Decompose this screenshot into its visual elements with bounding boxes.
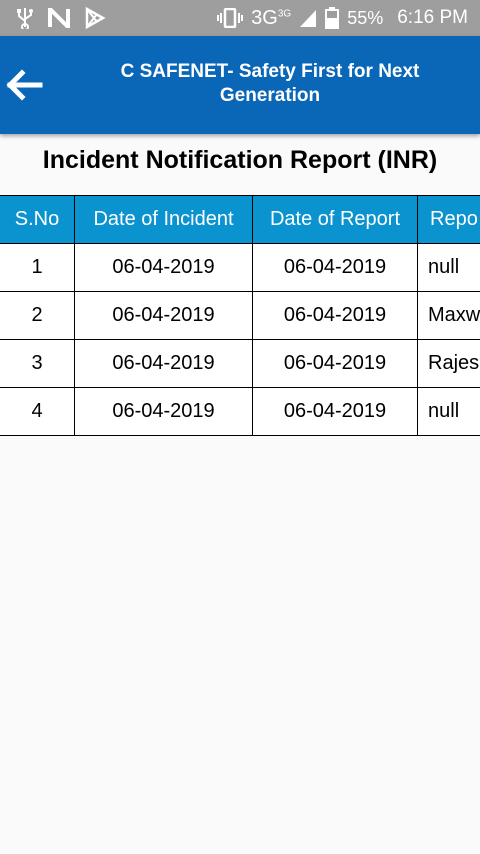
- cell-sno: 3: [0, 339, 75, 388]
- n-icon: [48, 8, 70, 28]
- table-row[interactable]: 2 06-04-2019 06-04-2019 Maxw: [0, 291, 480, 340]
- battery-icon: [325, 7, 340, 29]
- back-arrow-icon[interactable]: [4, 65, 44, 105]
- app-bar: C SAFENET- Safety First for Next Generat…: [0, 36, 480, 134]
- report-table-scroll[interactable]: S.No Date of Incident Date of Report Rep…: [0, 195, 480, 445]
- app-title-line2: Generation: [219, 85, 321, 106]
- cell-reporter: Rajes: [417, 339, 480, 388]
- cell-reporter: null: [417, 387, 480, 436]
- status-bar: 3G3G 55% 6:16 PM: [0, 0, 480, 36]
- header-reporter: Repo: [417, 195, 480, 244]
- table-row[interactable]: 3 06-04-2019 06-04-2019 Rajes: [0, 339, 480, 388]
- play-store-icon: [85, 7, 106, 29]
- notification-icons: [16, 7, 106, 29]
- report-table: S.No Date of Incident Date of Report Rep…: [0, 195, 480, 436]
- header-sno: S.No: [0, 195, 75, 244]
- table-row[interactable]: 4 06-04-2019 06-04-2019 null: [0, 387, 480, 436]
- cell-date-of-report: 06-04-2019: [252, 339, 418, 388]
- cell-date-of-report: 06-04-2019: [252, 387, 418, 436]
- system-icons: 3G3G 55% 6:16 PM: [217, 0, 468, 36]
- cell-date-of-incident: 06-04-2019: [74, 339, 253, 388]
- header-date-of-report: Date of Report: [252, 195, 418, 244]
- header-date-of-incident: Date of Incident: [74, 195, 253, 244]
- app-title-line1: C SAFENET- Safety First for Next: [120, 61, 420, 82]
- clock: 6:16 PM: [397, 7, 468, 28]
- cell-date-of-incident: 06-04-2019: [74, 291, 253, 340]
- cell-sno: 2: [0, 291, 75, 340]
- cell-sno: 1: [0, 243, 75, 292]
- cell-date-of-report: 06-04-2019: [252, 291, 418, 340]
- cell-sno: 4: [0, 387, 75, 436]
- cell-reporter: Maxw: [417, 291, 480, 340]
- cell-reporter: null: [417, 243, 480, 292]
- cell-date-of-incident: 06-04-2019: [74, 387, 253, 436]
- usb-icon: [17, 8, 33, 29]
- network-type: 3G3G: [251, 6, 292, 29]
- page-title: Incident Notification Report (INR): [42, 146, 438, 174]
- table-header-row: S.No Date of Incident Date of Report Rep…: [0, 195, 480, 244]
- battery-percent: 55%: [347, 7, 384, 28]
- app-title: C SAFENET- Safety First for Next Generat…: [60, 60, 480, 108]
- signal-icon: [300, 10, 317, 27]
- cell-date-of-report: 06-04-2019: [252, 243, 418, 292]
- table-row[interactable]: 1 06-04-2019 06-04-2019 null: [0, 243, 480, 292]
- cell-date-of-incident: 06-04-2019: [74, 243, 253, 292]
- vibrate-icon: [217, 8, 244, 28]
